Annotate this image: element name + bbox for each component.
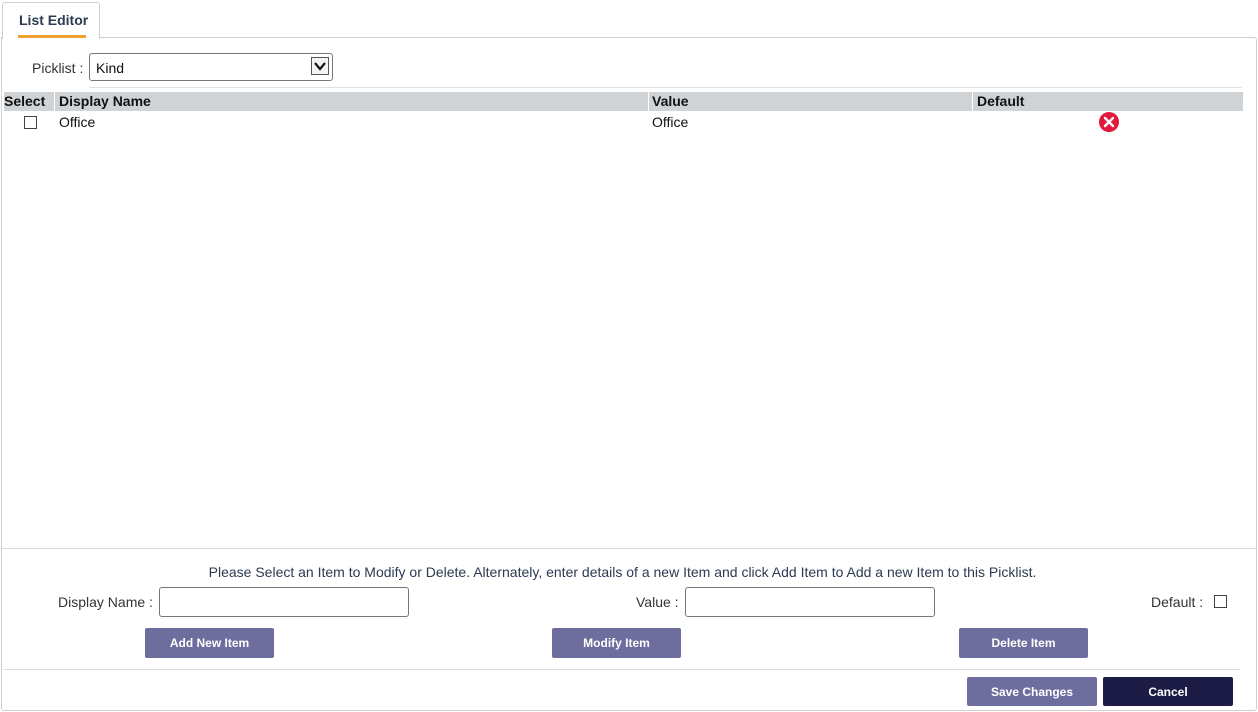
instructions-text: Please Select an Item to Modify or Delet… bbox=[208, 564, 1037, 580]
column-header-value: Value bbox=[652, 93, 689, 109]
column-header-default: Default bbox=[977, 93, 1025, 109]
row-display-name: Office bbox=[59, 114, 96, 130]
picklist-selected-value: Kind bbox=[96, 60, 125, 76]
picklist-label: Picklist : bbox=[32, 60, 84, 76]
tab-label: List Editor bbox=[19, 12, 89, 28]
value-input[interactable] bbox=[685, 587, 935, 617]
delete-circle-icon[interactable] bbox=[1099, 112, 1119, 132]
divider bbox=[4, 669, 1240, 670]
cancel-button[interactable]: Cancel bbox=[1103, 677, 1233, 706]
add-new-item-button[interactable]: Add New Item bbox=[145, 628, 274, 658]
default-label: Default : bbox=[1151, 594, 1204, 610]
display-name-label: Display Name : bbox=[58, 594, 153, 610]
grid-header: Select Display Name Value Default bbox=[4, 92, 1243, 111]
picklist-select[interactable]: Kind bbox=[89, 53, 333, 81]
display-name-input[interactable] bbox=[159, 587, 409, 617]
column-separator bbox=[972, 92, 973, 111]
divider bbox=[2, 548, 1256, 549]
save-changes-button[interactable]: Save Changes bbox=[967, 677, 1097, 706]
divider bbox=[89, 87, 1242, 88]
row-value: Office bbox=[652, 114, 689, 130]
modify-item-button[interactable]: Modify Item bbox=[552, 628, 681, 658]
row-select-checkbox[interactable] bbox=[24, 116, 37, 129]
tab-active-indicator bbox=[18, 35, 86, 38]
column-separator bbox=[648, 92, 649, 111]
delete-item-button[interactable]: Delete Item bbox=[959, 628, 1088, 658]
column-separator bbox=[54, 92, 55, 111]
column-header-select: Select bbox=[4, 93, 46, 109]
default-checkbox[interactable] bbox=[1214, 595, 1227, 608]
column-header-display-name: Display Name bbox=[59, 93, 151, 109]
chevron-down-icon[interactable] bbox=[311, 57, 329, 75]
value-label: Value : bbox=[636, 594, 679, 610]
tab-list-editor[interactable]: List Editor bbox=[2, 2, 100, 39]
